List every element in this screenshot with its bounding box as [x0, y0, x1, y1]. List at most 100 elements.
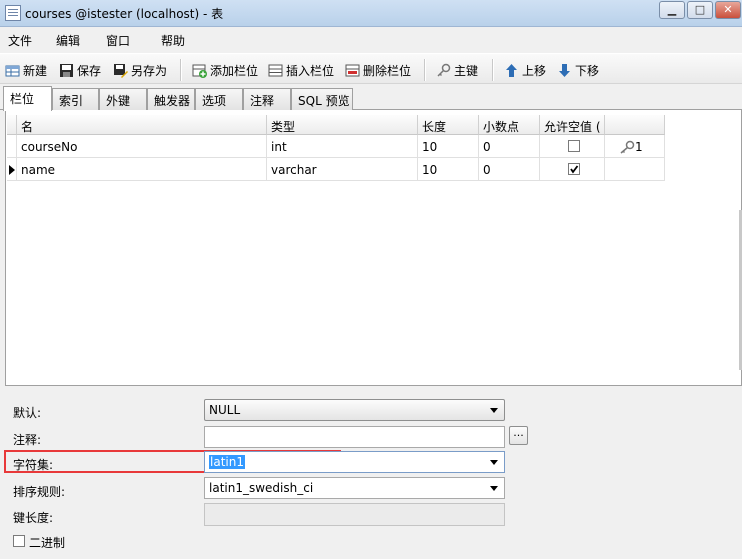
- default-label: 默认:: [13, 406, 42, 420]
- add-field-icon: [192, 63, 207, 78]
- current-row-icon: [9, 165, 15, 175]
- menu-edit[interactable]: 编辑: [56, 32, 80, 49]
- default-select[interactable]: NULL: [204, 399, 505, 421]
- collation-select[interactable]: latin1_swedish_ci: [204, 477, 505, 499]
- cell-allow-null[interactable]: [540, 158, 605, 181]
- table-row[interactable]: name varchar 10 0: [7, 158, 665, 181]
- tab-bar: 栏位 索引 外键 触发器 选项 注释 SQL 预览: [0, 86, 742, 111]
- move-up-label: 上移: [522, 63, 547, 78]
- toolbar: 新建 保存 另存为 添加栏位 插入栏位 删除栏位 主键 上移 下移: [0, 53, 742, 84]
- insert-field-icon: [268, 63, 283, 78]
- chevron-down-icon: [490, 408, 498, 413]
- tab-foreign-keys[interactable]: 外键: [99, 88, 147, 110]
- key-icon: [436, 63, 451, 78]
- menu-window[interactable]: 窗口: [106, 32, 130, 49]
- delete-field-label: 删除栏位: [363, 63, 412, 78]
- cell-name[interactable]: courseNo: [17, 135, 267, 158]
- collation-label: 排序规则:: [13, 485, 66, 499]
- new-button[interactable]: 新建: [5, 60, 47, 80]
- cell-length[interactable]: 10: [418, 135, 479, 158]
- collation-value: latin1_swedish_ci: [209, 481, 314, 495]
- primary-key-icon: [619, 140, 635, 157]
- charset-value: latin1: [209, 455, 245, 469]
- close-button[interactable]: ✕: [715, 1, 741, 19]
- tab-comment[interactable]: 注释: [243, 88, 291, 110]
- default-value: NULL: [209, 403, 241, 417]
- toolbar-separator: [180, 59, 181, 81]
- primary-key-label: 主键: [454, 63, 479, 78]
- delete-field-icon: [345, 63, 360, 78]
- allow-null-checkbox-checked[interactable]: [568, 163, 580, 175]
- field-properties-panel: 默认: NULL 注释: ... 字符集: latin1 排序规则: latin…: [0, 388, 742, 559]
- save-button[interactable]: 保存: [59, 60, 101, 80]
- key-length-field: [204, 503, 505, 526]
- tab-triggers[interactable]: 触发器: [147, 88, 195, 110]
- new-table-icon: [5, 63, 20, 78]
- row-header-corner: [7, 115, 17, 135]
- key-length-label: 键长度:: [13, 511, 54, 525]
- comment-field[interactable]: [204, 426, 505, 448]
- menu-help[interactable]: 帮助: [161, 32, 185, 49]
- tab-indexes[interactable]: 索引: [52, 88, 99, 110]
- comment-edit-button[interactable]: ...: [509, 426, 528, 445]
- cell-allow-null[interactable]: [540, 135, 605, 158]
- fields-grid: 名 类型 长度 小数点 允许空值 ( courseNo int 10 0 1 n…: [5, 110, 742, 386]
- comment-label: 注释:: [13, 433, 42, 447]
- cell-type[interactable]: varchar: [267, 158, 418, 181]
- chevron-down-icon: [490, 460, 498, 465]
- toolbar-separator: [492, 59, 493, 81]
- delete-field-button[interactable]: 删除栏位: [345, 60, 411, 80]
- binary-checkbox[interactable]: [13, 535, 25, 547]
- minimize-button[interactable]: ▁: [659, 1, 685, 19]
- cell-key[interactable]: [605, 158, 665, 181]
- save-as-button[interactable]: 另存为: [113, 60, 167, 80]
- tab-options[interactable]: 选项: [195, 88, 243, 110]
- chevron-down-icon: [490, 486, 498, 491]
- window-title: courses @istester (localhost) - 表: [25, 7, 224, 21]
- arrow-down-icon: [557, 63, 572, 78]
- cell-decimals[interactable]: 0: [479, 135, 540, 158]
- cell-decimals[interactable]: 0: [479, 158, 540, 181]
- column-header-decimals[interactable]: 小数点: [479, 115, 540, 135]
- primary-key-button[interactable]: 主键: [436, 60, 478, 80]
- row-indicator: [7, 135, 17, 158]
- binary-label: 二进制: [29, 536, 66, 550]
- toolbar-separator: [424, 59, 425, 81]
- insert-field-button[interactable]: 插入栏位: [268, 60, 334, 80]
- column-header-name[interactable]: 名: [17, 115, 267, 135]
- move-down-button[interactable]: 下移: [557, 60, 599, 80]
- allow-null-checkbox[interactable]: [568, 140, 580, 152]
- checkmark-icon: [570, 165, 579, 174]
- key-order: 1: [635, 140, 643, 154]
- column-header-type[interactable]: 类型: [267, 115, 418, 135]
- menu-bar: 文件 编辑 窗口 帮助: [0, 28, 742, 52]
- cell-name[interactable]: name: [17, 158, 267, 181]
- menu-file[interactable]: 文件: [8, 32, 32, 49]
- save-as-icon: [113, 63, 128, 78]
- column-header-allow-null[interactable]: 允许空值 (: [540, 115, 605, 135]
- charset-label: 字符集:: [13, 458, 54, 472]
- cell-key[interactable]: 1: [605, 135, 665, 158]
- tab-sql-preview[interactable]: SQL 预览: [291, 88, 353, 110]
- charset-select[interactable]: latin1: [204, 451, 505, 473]
- arrow-up-icon: [504, 63, 519, 78]
- column-header-length[interactable]: 长度: [418, 115, 479, 135]
- add-field-button[interactable]: 添加栏位: [192, 60, 258, 80]
- move-up-button[interactable]: 上移: [504, 60, 546, 80]
- save-icon: [59, 63, 74, 78]
- add-field-label: 添加栏位: [210, 63, 259, 78]
- maximize-button[interactable]: □: [687, 1, 713, 19]
- new-label: 新建: [23, 63, 48, 78]
- title-bar: courses @istester (localhost) - 表 ▁ □ ✕: [0, 0, 742, 27]
- column-header-key: [605, 115, 665, 135]
- cell-length[interactable]: 10: [418, 158, 479, 181]
- move-down-label: 下移: [575, 63, 600, 78]
- table-row[interactable]: courseNo int 10 0 1: [7, 135, 665, 158]
- row-indicator: [7, 158, 17, 181]
- save-label: 保存: [77, 63, 102, 78]
- table-icon: [5, 5, 21, 21]
- save-as-label: 另存为: [131, 63, 168, 78]
- tab-fields[interactable]: 栏位: [3, 86, 52, 111]
- cell-type[interactable]: int: [267, 135, 418, 158]
- insert-field-label: 插入栏位: [286, 63, 335, 78]
